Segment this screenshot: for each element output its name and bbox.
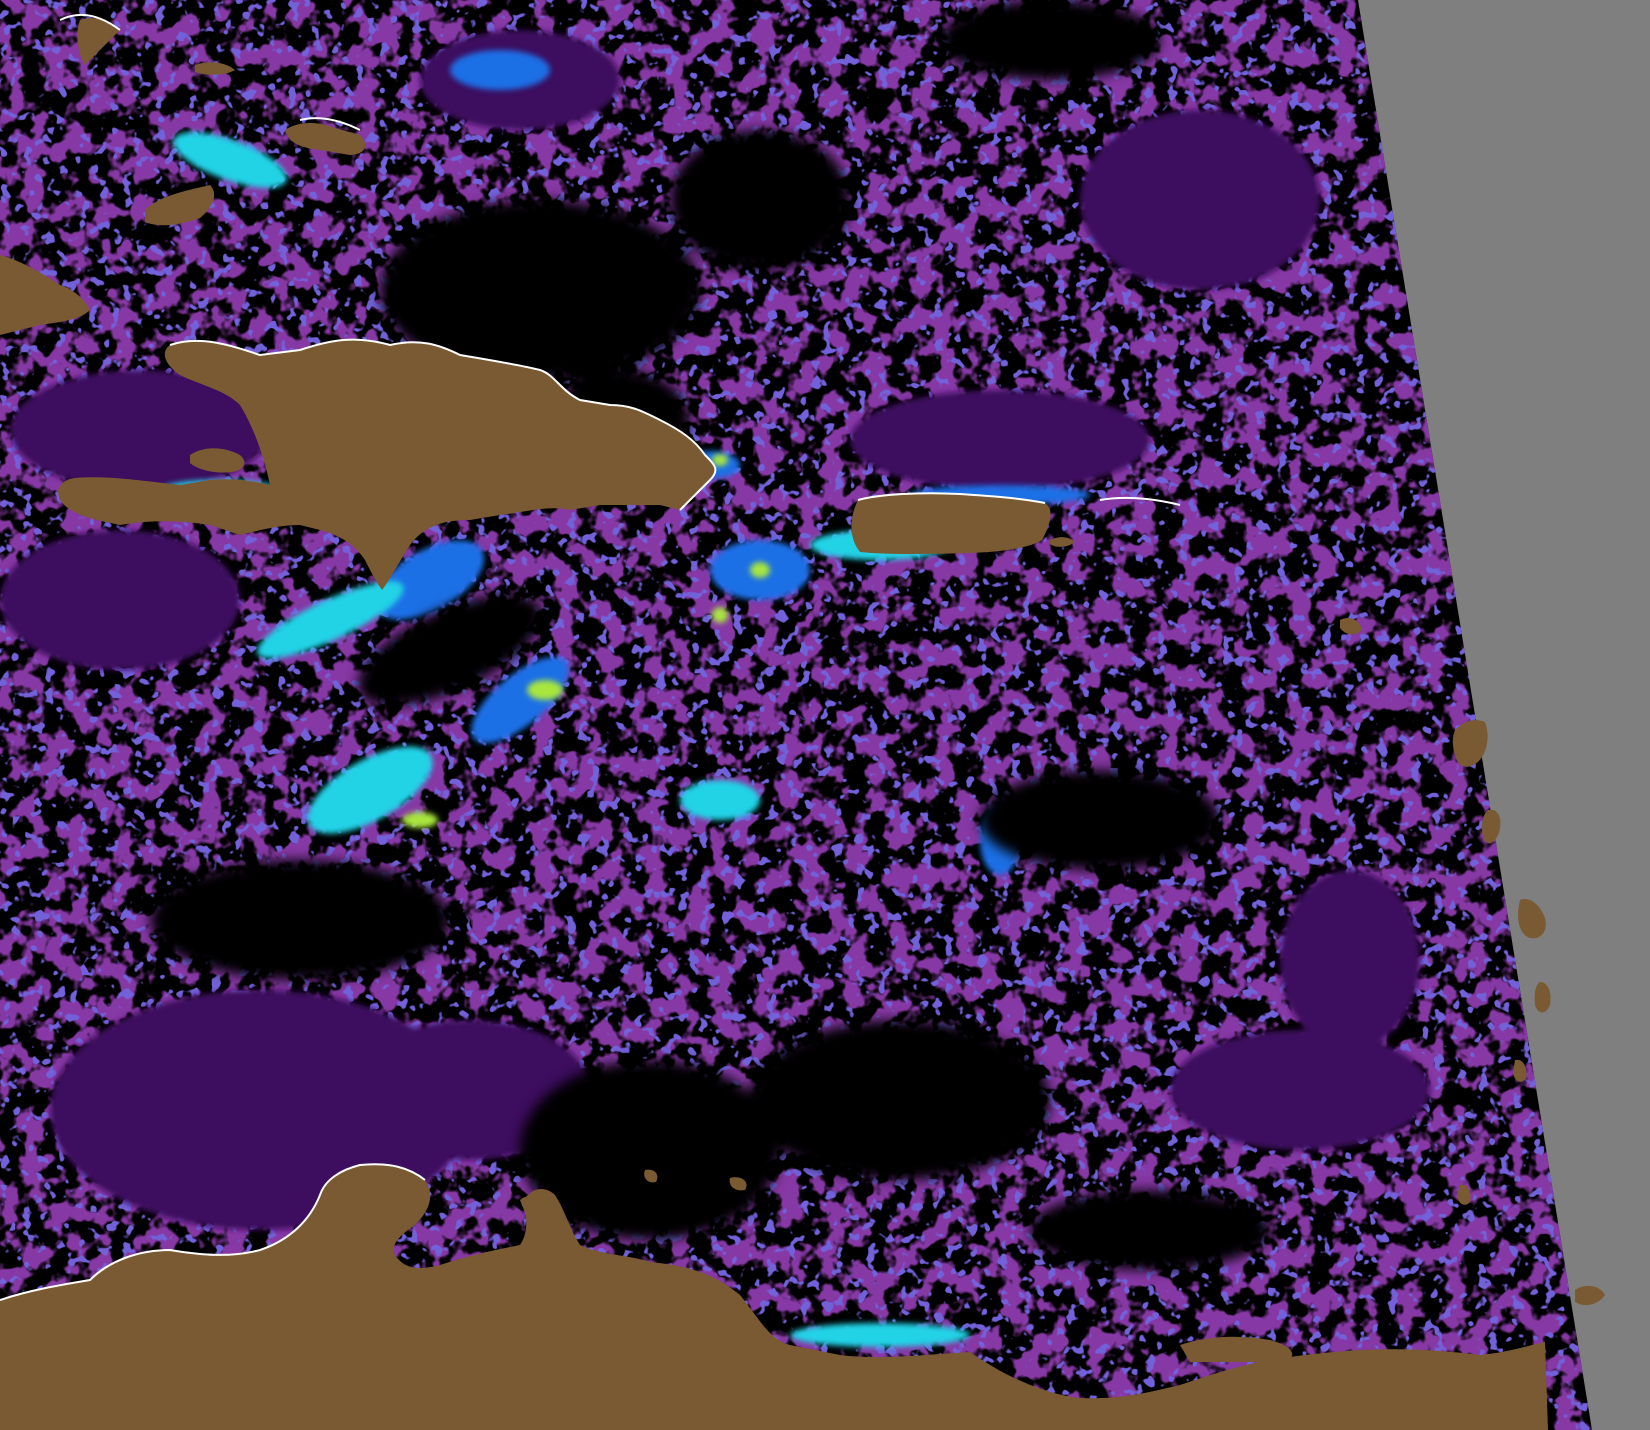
- satellite-map[interactable]: [0, 0, 1650, 1430]
- map-canvas[interactable]: [0, 0, 1650, 1430]
- land-puerto-rico: [851, 493, 1051, 554]
